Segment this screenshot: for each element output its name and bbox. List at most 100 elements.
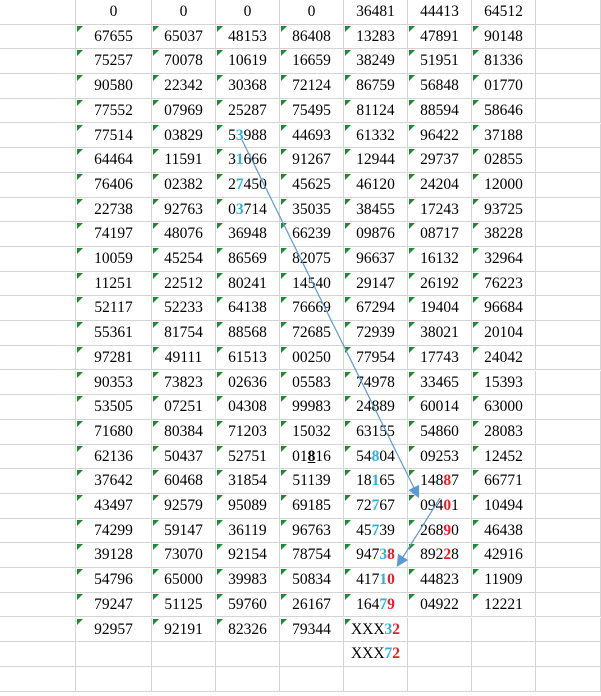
grid-cell[interactable]: 71680 [76,419,152,445]
grid-cell[interactable] [0,543,76,569]
grid-cell[interactable]: 65037 [152,24,216,50]
grid-cell[interactable]: 26890 [408,518,472,544]
grid-cell[interactable]: 05583 [280,370,344,396]
grid-cell[interactable]: 32964 [472,247,536,272]
grid-cell[interactable] [0,666,76,692]
grid-cell[interactable]: 96763 [280,518,344,544]
grid-cell[interactable]: 02636 [216,370,280,396]
grid-cell[interactable]: 92957 [76,617,152,643]
grid-cell[interactable] [0,395,76,420]
grid-cell[interactable]: 51139 [280,469,344,494]
grid-cell[interactable] [408,666,472,692]
grid-cell[interactable]: 29737 [408,148,472,173]
grid-cell[interactable] [536,296,601,322]
grid-cell[interactable]: 63155 [344,419,408,445]
grid-cell[interactable]: 08717 [408,222,472,247]
grid-cell[interactable]: 81336 [472,49,536,75]
grid-cell[interactable]: 36119 [216,518,280,544]
grid-cell[interactable]: 04308 [216,395,280,420]
grid-cell[interactable]: 12221 [472,592,536,618]
grid-cell[interactable] [0,148,76,173]
grid-cell[interactable]: 31666 [216,148,280,173]
grid-cell[interactable]: 03829 [152,123,216,149]
grid-cell[interactable]: 11251 [76,271,152,297]
grid-cell[interactable]: 38228 [472,222,536,247]
grid-cell[interactable]: 43497 [76,494,152,519]
grid-cell[interactable] [0,0,76,25]
grid-cell[interactable] [0,197,76,223]
grid-cell[interactable]: 78754 [280,543,344,569]
grid-cell[interactable]: 24889 [344,395,408,420]
grid-cell[interactable]: 12000 [472,172,536,198]
grid-cell[interactable]: 77514 [76,123,152,149]
grid-cell[interactable]: 27450 [216,172,280,198]
grid-cell[interactable]: 26167 [280,592,344,618]
grid-cell[interactable] [0,444,76,470]
grid-cell[interactable] [0,98,76,124]
grid-cell[interactable] [0,49,76,75]
grid-cell[interactable] [0,24,76,50]
grid-cell[interactable] [76,666,152,692]
grid-cell[interactable]: 09876 [344,222,408,247]
grid-cell[interactable]: 31854 [216,469,280,494]
grid-cell[interactable] [0,469,76,494]
grid-cell[interactable]: 79344 [280,617,344,643]
grid-cell[interactable]: 11909 [472,568,536,593]
grid-cell[interactable]: 81124 [344,98,408,124]
grid-cell[interactable]: 54860 [408,419,472,445]
grid-cell[interactable]: 37642 [76,469,152,494]
grid-cell[interactable]: 16132 [408,247,472,272]
grid-cell[interactable]: 11591 [152,148,216,173]
grid-cell[interactable] [536,518,601,544]
grid-cell[interactable]: 48153 [216,24,280,50]
grid-cell[interactable]: 59147 [152,518,216,544]
grid-cell[interactable]: 54804 [344,444,408,470]
grid-cell[interactable]: 29147 [344,271,408,297]
grid-cell[interactable]: 07251 [152,395,216,420]
grid-cell[interactable]: 10494 [472,494,536,519]
grid-cell[interactable] [280,666,344,692]
grid-cell[interactable]: 07969 [152,98,216,124]
grid-cell[interactable]: 37188 [472,123,536,149]
grid-cell[interactable] [536,172,601,198]
grid-cell[interactable]: 01816 [280,444,344,470]
grid-cell[interactable]: 67655 [76,24,152,50]
grid-cell[interactable]: 80384 [152,419,216,445]
grid-cell[interactable]: 59760 [216,592,280,618]
grid-cell[interactable]: 88594 [408,98,472,124]
grid-cell[interactable]: 90353 [76,370,152,396]
grid-cell[interactable]: 90580 [76,74,152,99]
grid-cell[interactable]: 63000 [472,395,536,420]
grid-cell[interactable]: 17243 [408,197,472,223]
grid-cell[interactable]: XXX72 [344,642,408,667]
grid-cell[interactable] [216,666,280,692]
grid-cell[interactable]: 66239 [280,222,344,247]
grid-cell[interactable]: 86569 [216,247,280,272]
grid-cell[interactable]: 18165 [344,469,408,494]
grid-cell[interactable]: 50437 [152,444,216,470]
grid-cell[interactable] [536,543,601,569]
grid-cell[interactable]: 76223 [472,271,536,297]
grid-cell[interactable]: 64512 [472,0,536,25]
grid-cell[interactable] [0,74,76,99]
grid-cell[interactable] [536,568,601,593]
grid-cell[interactable]: 52233 [152,296,216,322]
grid-cell[interactable]: 25287 [216,98,280,124]
grid-cell[interactable]: 62136 [76,444,152,470]
grid-cell[interactable]: 67294 [344,296,408,322]
grid-cell[interactable]: 75495 [280,98,344,124]
grid-cell[interactable]: 53988 [216,123,280,149]
grid-cell[interactable]: 44413 [408,0,472,25]
grid-cell[interactable]: XXX32 [344,617,408,643]
grid-cell[interactable]: 95089 [216,494,280,519]
grid-cell[interactable]: 12452 [472,444,536,470]
grid-cell[interactable] [152,666,216,692]
grid-cell[interactable] [536,24,601,50]
grid-cell[interactable]: 00250 [280,345,344,371]
grid-cell[interactable]: 38021 [408,321,472,346]
grid-cell[interactable]: 12944 [344,148,408,173]
grid-cell[interactable]: 46120 [344,172,408,198]
grid-cell[interactable] [536,49,601,75]
grid-cell[interactable] [0,271,76,297]
grid-cell[interactable] [0,568,76,593]
